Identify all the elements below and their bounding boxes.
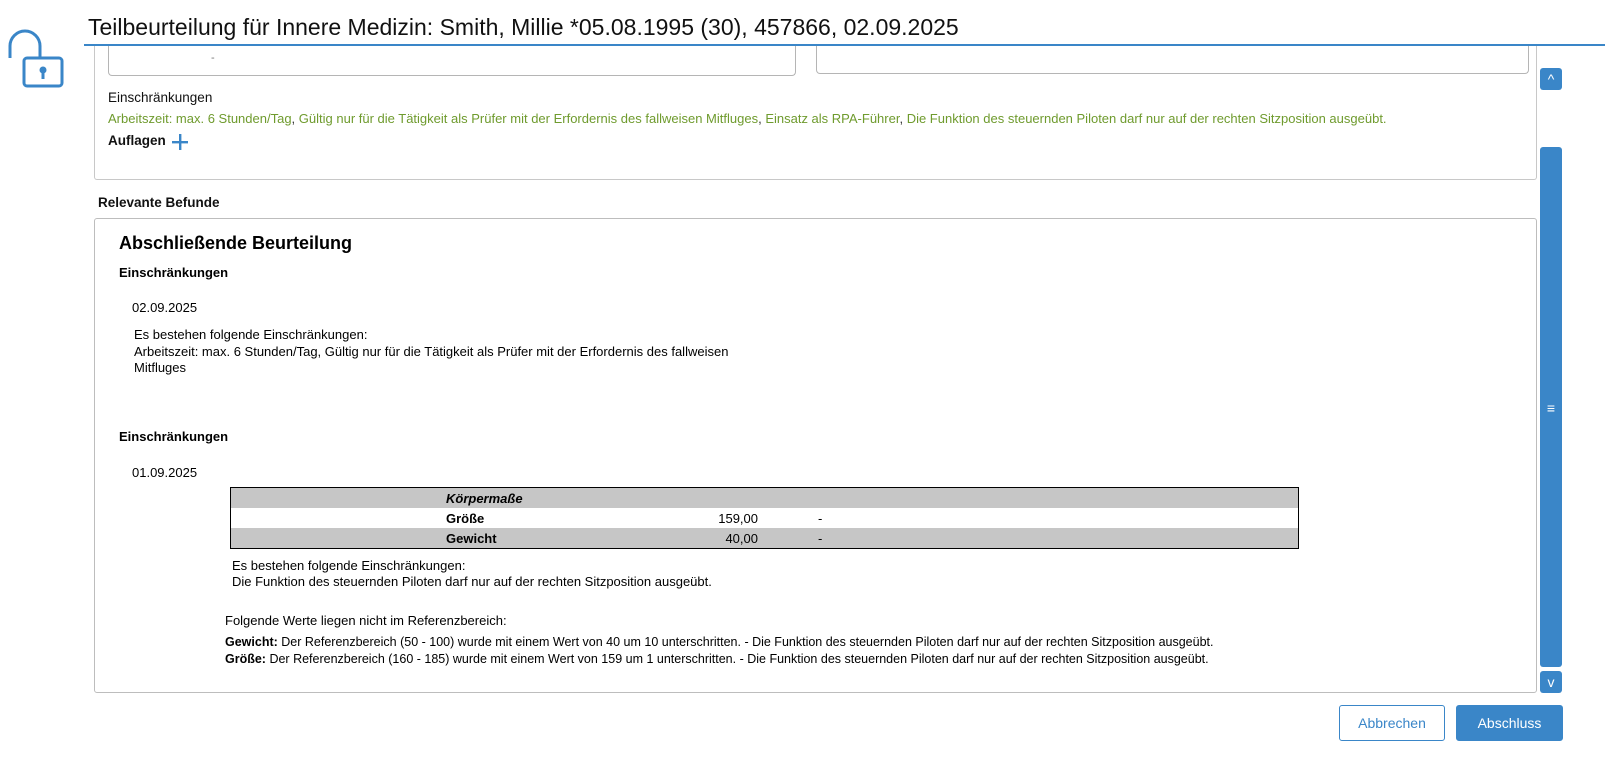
auflagen-label: Auflagen: [108, 133, 166, 148]
add-auflage-plus-icon[interactable]: [170, 132, 190, 152]
measure-flag: -: [818, 510, 823, 526]
report-heading: Abschließende Beurteilung: [119, 233, 353, 253]
relevant-findings-label: Relevante Befunde: [98, 195, 220, 210]
page-title: Teilbeurteilung für Innere Medizin: Smit…: [88, 14, 959, 40]
block2-date: 01.09.2025: [132, 465, 198, 480]
block2-heading: Einschränkungen: [119, 429, 229, 444]
reference-intro: Folgende Werte liegen nicht im Referenzb…: [225, 613, 507, 628]
reference-item-label: Gewicht:: [225, 635, 278, 649]
table-row: Gewicht 40,00 -: [230, 528, 1299, 549]
block1-heading: Einschränkungen: [119, 265, 229, 280]
measure-value: 159,00: [718, 510, 758, 526]
cancel-button[interactable]: Abbrechen: [1339, 705, 1445, 741]
restriction-item[interactable]: Einsatz als RPA-Führer: [765, 111, 899, 126]
block2-text: Die Funktion des steuernden Piloten darf…: [232, 574, 712, 589]
scroll-down-button[interactable]: v: [1540, 671, 1562, 693]
block1-text-line2: Mitfluges: [134, 360, 187, 375]
block1-date: 02.09.2025: [132, 300, 198, 315]
scrollbar-grip-icon: ≡: [1546, 400, 1556, 416]
restriction-separator: ,: [899, 111, 907, 126]
reference-item-text: Der Referenzbereich (50 - 100) wurde mit…: [277, 635, 1214, 649]
body-measurements-table: Körpermaße Größe 159,00 - Gewicht 40,00 …: [230, 487, 1299, 549]
form-field-right[interactable]: [816, 46, 1529, 74]
restrictions-label: Einschränkungen: [108, 90, 213, 105]
measure-name: Gewicht: [446, 528, 646, 549]
block1-intro: Es bestehen folgende Einschränkungen:: [134, 327, 368, 342]
measure-flag: -: [818, 528, 1299, 549]
restriction-item[interactable]: Gültig nur für die Tätigkeit als Prüfer …: [299, 111, 758, 126]
restrictions-list: Arbeitszeit: max. 6 Stunden/Tag, Gültig …: [108, 111, 1387, 126]
table-group-row: Körpermaße: [230, 487, 1299, 508]
unlocked-lock-icon[interactable]: [6, 28, 66, 92]
table-group-label: Körpermaße: [446, 487, 646, 508]
restriction-item[interactable]: Die Funktion des steuernden Piloten darf…: [907, 111, 1387, 126]
finish-button[interactable]: Abschluss: [1456, 705, 1563, 741]
reference-item-label: Größe:: [225, 652, 266, 666]
block2-intro: Es bestehen folgende Einschränkungen:: [232, 558, 466, 573]
measure-value: 40,00: [646, 528, 758, 549]
reference-item-height: Größe: Der Referenzbereich (160 - 185) w…: [225, 651, 1209, 668]
measure-name: Größe: [446, 510, 485, 526]
field-value: -: [211, 52, 215, 64]
restriction-separator: ,: [291, 111, 299, 126]
restriction-item[interactable]: Arbeitszeit: max. 6 Stunden/Tag: [108, 111, 292, 126]
scroll-up-button[interactable]: ^: [1540, 68, 1562, 90]
reference-item-weight: Gewicht: Der Referenzbereich (50 - 100) …: [225, 634, 1213, 651]
table-row: Größe 159,00 -: [231, 508, 1299, 528]
reference-item-text: Der Referenzbereich (160 - 185) wurde mi…: [265, 652, 1209, 666]
form-field-left[interactable]: -: [108, 46, 796, 76]
block1-text-line1: Arbeitszeit: max. 6 Stunden/Tag, Gültig …: [134, 344, 729, 359]
